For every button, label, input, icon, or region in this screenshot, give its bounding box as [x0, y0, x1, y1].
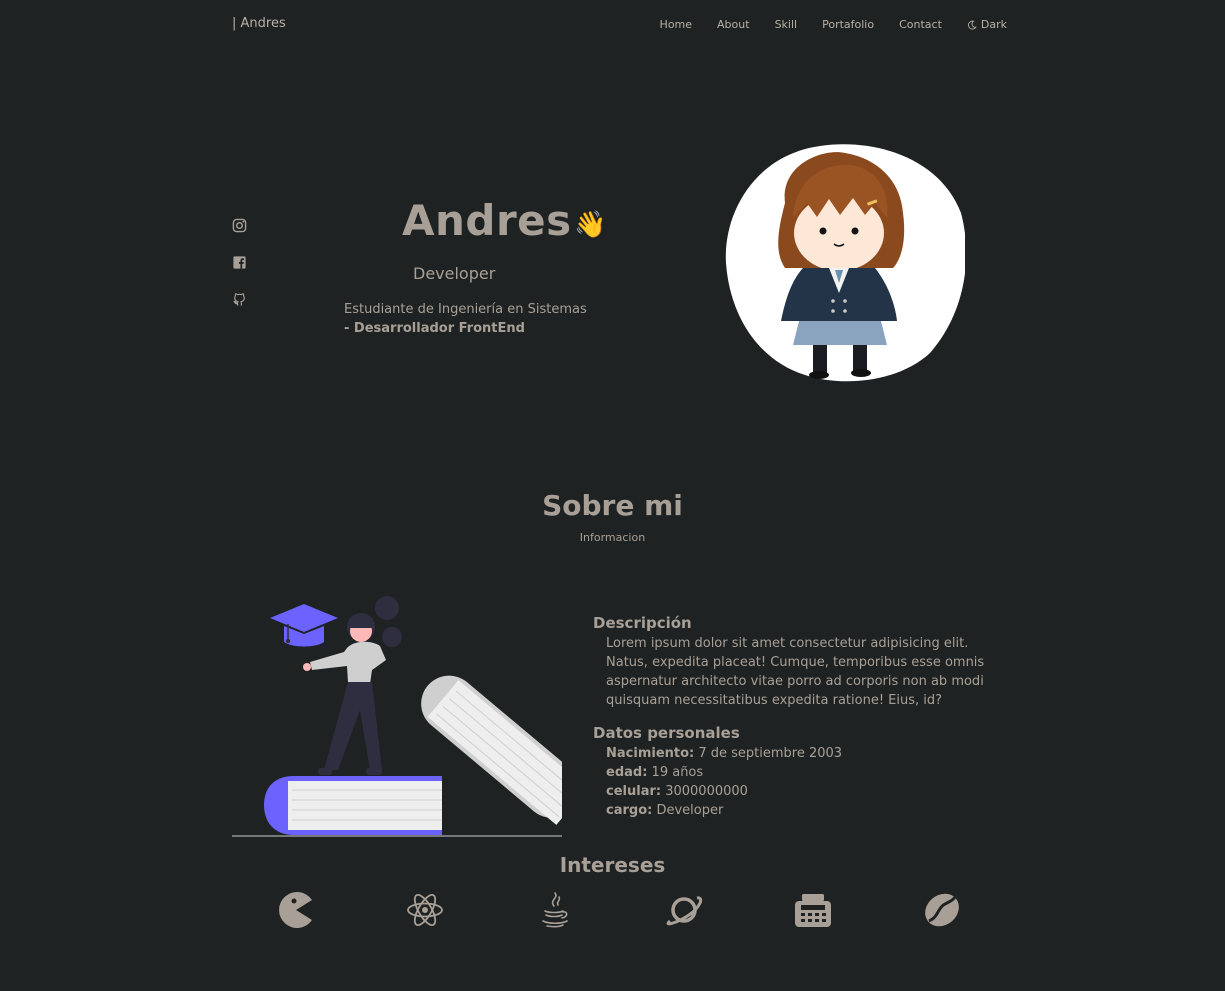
birth-value: 7 de septiembre 2003 [698, 746, 843, 761]
nav-link-about[interactable]: About [717, 18, 750, 31]
role-value: Developer [656, 803, 724, 818]
phone-label: celular: [606, 784, 662, 799]
theme-toggle[interactable]: Dark [967, 18, 1007, 31]
theme-toggle-label: Dark [980, 18, 1007, 31]
social-links [232, 218, 248, 329]
moon-icon [967, 20, 977, 29]
description-text: Lorem ipsum dolor sit amet consectetur a… [606, 636, 985, 708]
nav-link-skill[interactable]: Skill [775, 18, 798, 31]
calculator-icon [794, 891, 832, 929]
age-label: edad: [606, 765, 648, 780]
instagram-icon[interactable] [232, 218, 247, 233]
hero-name: Andres [402, 196, 572, 245]
waving-hand-icon: 👋 [574, 210, 607, 240]
interests-list [277, 891, 967, 931]
pacman-icon [277, 891, 315, 929]
facebook-icon[interactable] [232, 255, 247, 270]
nav-menu: Home About Skill Portafolio Contact Dark [635, 18, 1007, 31]
navbar: | Andres Home About Skill Portafolio Con… [232, 14, 1007, 36]
personal-data-item: Nacimiento: 7 de septiembre 2003 [606, 744, 1003, 763]
nav-link-home[interactable]: Home [660, 18, 692, 31]
birth-label: Nacimiento: [606, 746, 695, 761]
hero-description: Estudiante de Ingeniería en Sistemas - D… [344, 300, 587, 338]
description-heading: Descripción [593, 614, 692, 632]
graduate-illustration [232, 596, 562, 837]
interests-title: Intereses [559, 853, 666, 877]
role-label: cargo: [606, 803, 653, 818]
react-atom-icon [406, 891, 444, 929]
personal-data-item: cargo: Developer [606, 801, 1003, 820]
phone-value: 3000000000 [665, 784, 748, 799]
planet-icon [665, 891, 703, 929]
personal-data-item: edad: 19 años [606, 763, 1003, 782]
hero-description-highlight: - Desarrollador FrontEnd [344, 321, 525, 336]
about-subtitle: Informacion [579, 531, 646, 544]
profile-avatar [725, 144, 965, 382]
personal-data-list: Nacimiento: 7 de septiembre 2003 edad: 1… [606, 744, 1003, 820]
about-title: Sobre mi [542, 489, 683, 522]
coffee-bean-icon [923, 891, 961, 929]
nav-link-contact[interactable]: Contact [899, 18, 942, 31]
age-value: 19 años [651, 765, 704, 780]
about-info: Descripción Lorem ipsum dolor sit amet c… [593, 614, 1003, 820]
personal-data-heading: Datos personales [593, 724, 740, 742]
brand-logo[interactable]: | Andres [232, 16, 286, 31]
java-icon [535, 891, 573, 929]
personal-data-item: celular: 3000000000 [606, 782, 1003, 801]
nav-link-portafolio[interactable]: Portafolio [822, 18, 874, 31]
hero-role: Developer [413, 264, 496, 283]
github-icon[interactable] [232, 292, 247, 307]
hero-description-line: Estudiante de Ingeniería en Sistemas [344, 302, 587, 317]
